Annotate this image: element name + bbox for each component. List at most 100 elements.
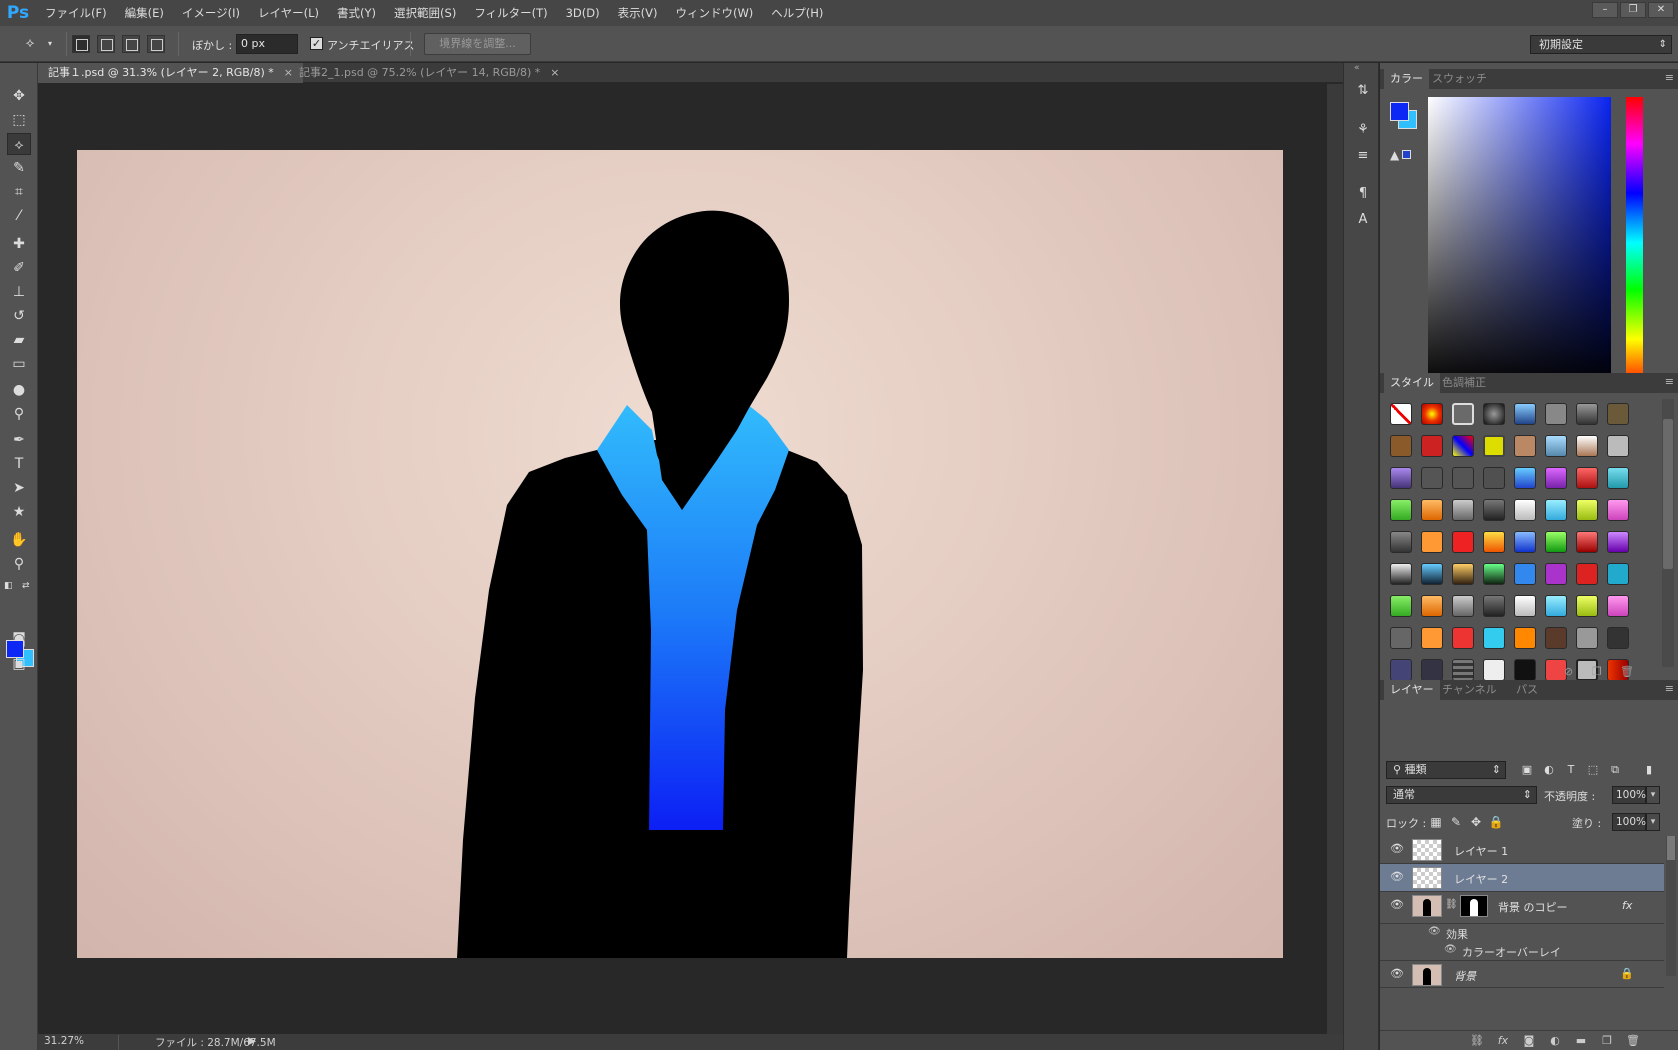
default-colors-icon[interactable]: ◧ [4, 581, 13, 591]
clear-style-icon[interactable]: ⊘ [1564, 665, 1573, 678]
style-swatch[interactable] [1421, 467, 1443, 489]
collapse-icon[interactable]: « [1354, 63, 1360, 73]
style-swatch[interactable] [1421, 627, 1443, 649]
style-swatch[interactable] [1452, 403, 1474, 425]
menu-3d[interactable]: 3D(D) [557, 6, 609, 20]
style-swatch[interactable] [1483, 595, 1505, 617]
styles-scroll-thumb[interactable] [1663, 419, 1673, 569]
layer-row-selected[interactable]: 👁 レイヤー 2 [1380, 864, 1664, 892]
antialias-checkbox[interactable]: ✓ [310, 37, 323, 50]
canvas-area[interactable] [38, 84, 1327, 1034]
style-swatch[interactable] [1483, 435, 1505, 457]
menu-window[interactable]: ウィンドウ(W) [666, 5, 762, 21]
tab-document-2[interactable]: 記事2_1.psd @ 75.2% (レイヤー 14, RGB/8) * × [289, 63, 570, 83]
layers-scroll-thumb[interactable] [1667, 836, 1675, 860]
effect-row[interactable]: 👁 カラーオーバーレイ [1380, 942, 1664, 960]
layer-filter-select[interactable]: ⚲ 種類 ⇕ [1386, 761, 1506, 779]
lasso-icon[interactable]: ⟡ [7, 133, 31, 155]
style-swatch[interactable] [1452, 531, 1474, 553]
style-swatch[interactable] [1514, 467, 1536, 489]
style-swatch[interactable] [1576, 563, 1598, 585]
tab-channels[interactable]: チャンネル [1436, 680, 1503, 700]
clone-stamp-icon[interactable]: ⊥ [7, 281, 31, 303]
panel-menu-icon[interactable]: ≡ [1665, 375, 1674, 388]
menu-type[interactable]: 書式(Y) [328, 5, 385, 21]
style-swatch[interactable] [1421, 403, 1443, 425]
style-swatch[interactable] [1421, 435, 1443, 457]
style-swatch[interactable] [1452, 627, 1474, 649]
opacity-dropdown-icon[interactable]: ▾ [1646, 786, 1660, 804]
style-swatch[interactable] [1421, 531, 1443, 553]
style-swatch[interactable] [1390, 595, 1412, 617]
new-adjustment-icon[interactable]: ◐ [1546, 1034, 1564, 1048]
style-swatch[interactable] [1545, 403, 1567, 425]
style-swatch[interactable] [1514, 595, 1536, 617]
style-swatch[interactable] [1483, 403, 1505, 425]
shape-icon[interactable]: ★ [7, 501, 31, 523]
menu-select[interactable]: 選択範囲(S) [385, 5, 465, 21]
style-swatch[interactable] [1576, 403, 1598, 425]
style-swatch[interactable] [1514, 627, 1536, 649]
new-selection-icon[interactable] [72, 35, 90, 53]
style-swatch[interactable] [1452, 499, 1474, 521]
pen-icon[interactable]: ✒ [7, 429, 31, 451]
style-swatch[interactable] [1390, 435, 1412, 457]
brush-icon[interactable]: ✐ [7, 257, 31, 279]
tab-adjustments[interactable]: 色調補正 [1436, 373, 1492, 393]
brush-panel-icon[interactable]: ≡ [1352, 145, 1374, 167]
style-swatch[interactable] [1545, 531, 1567, 553]
tab-color[interactable]: カラー [1384, 69, 1429, 89]
style-swatch[interactable] [1607, 467, 1629, 489]
style-swatch[interactable] [1452, 595, 1474, 617]
link-layers-icon[interactable]: ⛓ [1468, 1034, 1486, 1048]
opacity-input[interactable]: 100% [1612, 786, 1646, 804]
color-saturation-field[interactable] [1428, 97, 1611, 389]
layer-row[interactable]: 👁 背景 🔒 [1380, 960, 1664, 988]
style-swatch[interactable] [1390, 563, 1412, 585]
filter-toggle-icon[interactable]: ▮ [1640, 761, 1658, 779]
zoom-icon[interactable]: ⚲ [7, 553, 31, 575]
style-swatch[interactable] [1607, 435, 1629, 457]
eye-icon[interactable]: 👁 [1390, 968, 1404, 980]
lock-position-icon[interactable]: ✥ [1468, 814, 1484, 830]
status-menu-arrow-icon[interactable]: ▶ [248, 1035, 256, 1047]
type-icon[interactable]: T [7, 453, 31, 475]
lock-pixels-icon[interactable]: ✎ [1448, 814, 1464, 830]
style-swatch[interactable] [1576, 435, 1598, 457]
style-swatch[interactable] [1545, 467, 1567, 489]
dodge-icon[interactable]: ⚲ [7, 403, 31, 425]
intersect-selection-icon[interactable] [147, 35, 165, 53]
restore-icon[interactable]: ❐ [1620, 2, 1646, 18]
refine-edge-button[interactable]: 境界線を調整... [424, 33, 531, 55]
style-swatch[interactable] [1545, 563, 1567, 585]
style-swatch[interactable] [1545, 435, 1567, 457]
style-swatch[interactable] [1607, 595, 1629, 617]
style-swatch[interactable] [1390, 467, 1412, 489]
style-swatch[interactable] [1452, 563, 1474, 585]
chain-link-icon[interactable]: ⛓ [1445, 899, 1458, 910]
style-swatch[interactable] [1545, 595, 1567, 617]
subtract-selection-icon[interactable] [122, 35, 140, 53]
new-group-icon[interactable]: ▬ [1572, 1034, 1590, 1048]
style-swatch[interactable] [1576, 531, 1598, 553]
effects-row[interactable]: 👁 効果 [1380, 924, 1664, 942]
style-swatch[interactable] [1514, 403, 1536, 425]
fx-icon[interactable]: fx [1622, 899, 1632, 912]
new-style-icon[interactable]: ❐ [1592, 665, 1602, 678]
style-swatch[interactable] [1421, 499, 1443, 521]
gamut-warning-icon[interactable]: ▲ [1390, 148, 1412, 162]
style-swatch[interactable] [1390, 531, 1412, 553]
new-layer-icon[interactable]: ❐ [1598, 1034, 1616, 1048]
style-swatch[interactable] [1483, 531, 1505, 553]
delete-style-icon[interactable]: 🗑 [1620, 665, 1634, 678]
style-swatch[interactable] [1545, 499, 1567, 521]
color-panel-foreground[interactable] [1390, 102, 1409, 121]
document-canvas[interactable] [77, 150, 1283, 958]
style-swatch[interactable] [1390, 499, 1412, 521]
crop-icon[interactable]: ⌗ [7, 181, 31, 203]
eye-icon[interactable]: 👁 [1444, 944, 1457, 955]
style-swatch[interactable] [1514, 531, 1536, 553]
workspace-select[interactable]: 初期設定 [1530, 35, 1672, 54]
style-swatch[interactable] [1607, 499, 1629, 521]
feather-input[interactable]: 0 px [236, 34, 298, 54]
